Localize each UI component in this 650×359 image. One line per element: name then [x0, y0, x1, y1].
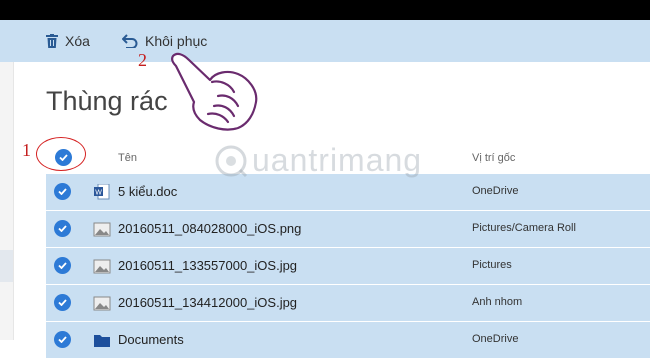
annotation-circle: [36, 137, 86, 171]
file-location: Pictures/Camera Roll: [472, 222, 576, 234]
file-location: Anh nhom: [472, 296, 523, 308]
checkmark-icon: [58, 188, 67, 195]
file-location: Pictures: [472, 259, 512, 271]
annotation-step-2: 2: [138, 50, 147, 70]
column-header-name[interactable]: Tên: [118, 152, 137, 164]
row-checkbox[interactable]: [54, 220, 71, 237]
pointing-hand-icon: [170, 52, 258, 131]
sidebar-selected-item[interactable]: [0, 250, 13, 282]
image-icon: [93, 296, 111, 311]
image-icon: [93, 222, 111, 237]
page-title: Thùng rác: [46, 86, 168, 116]
word-doc-icon: W: [94, 184, 110, 200]
table-row[interactable]: 20160511_084028000_iOS.png Pictures/Came…: [46, 211, 650, 247]
watermark-text: uantrimang: [252, 142, 423, 178]
column-header-location[interactable]: Vị trí gốc: [472, 152, 515, 164]
folder-icon: [94, 335, 110, 347]
checkmark-icon: [58, 299, 67, 306]
command-bar: Xóa Khôi phục: [0, 20, 650, 62]
file-name: 20160511_134412000_iOS.jpg: [118, 295, 298, 310]
watermark: uantrimang: [214, 142, 422, 179]
undo-icon: [122, 34, 138, 48]
file-location: OneDrive: [472, 333, 519, 345]
annotation-step-1: 1: [22, 140, 31, 160]
delete-label: Xóa: [65, 33, 90, 49]
delete-button[interactable]: Xóa: [46, 30, 90, 52]
restore-button[interactable]: Khôi phục: [122, 30, 207, 52]
row-checkbox[interactable]: [54, 183, 71, 200]
sidebar: [0, 62, 14, 340]
watermark-logo-icon: [215, 145, 248, 177]
file-name: 20160511_084028000_iOS.png: [118, 221, 302, 236]
checkmark-icon: [58, 262, 67, 269]
file-name: 20160511_133557000_iOS.jpg: [118, 258, 298, 273]
image-icon: [93, 259, 111, 274]
table-row[interactable]: 20160511_134412000_iOS.jpg Anh nhom: [46, 285, 650, 321]
svg-text:W: W: [95, 190, 102, 197]
file-location: OneDrive: [472, 185, 519, 197]
checkmark-icon: [58, 225, 67, 232]
file-list: W 5 kiểu.doc OneDrive 20160511_084028000…: [46, 174, 650, 359]
trash-icon: [46, 34, 58, 48]
file-name: 5 kiểu.doc: [118, 184, 178, 199]
table-row[interactable]: Documents OneDrive: [46, 322, 650, 358]
top-bar: [0, 0, 650, 20]
row-checkbox[interactable]: [54, 294, 71, 311]
table-row[interactable]: 20160511_133557000_iOS.jpg Pictures: [46, 248, 650, 284]
row-checkbox[interactable]: [54, 257, 71, 274]
restore-label: Khôi phục: [145, 33, 208, 49]
table-row[interactable]: W 5 kiểu.doc OneDrive: [46, 174, 650, 210]
